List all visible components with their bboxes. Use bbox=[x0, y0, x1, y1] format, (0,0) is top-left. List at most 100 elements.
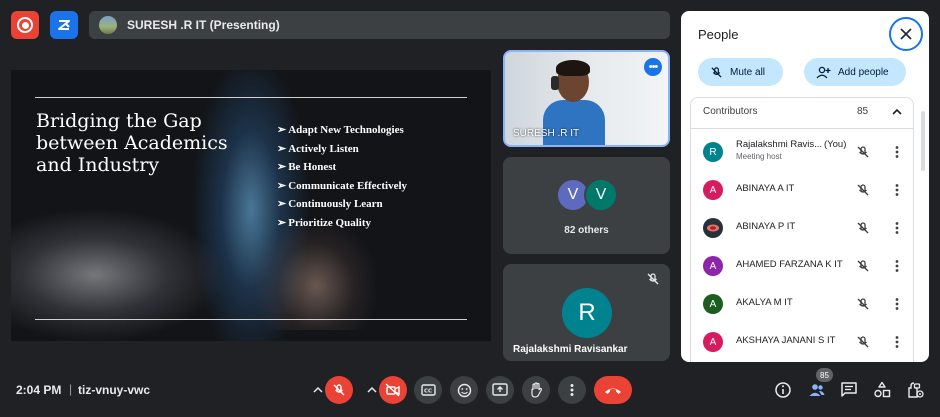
avatar: A bbox=[703, 332, 723, 352]
slide-bullet: ➢ Continuously Learn bbox=[277, 198, 383, 211]
people-icon[interactable] bbox=[808, 381, 826, 399]
add-people-label: Add people bbox=[838, 66, 889, 78]
mute-all-label: Mute all bbox=[730, 66, 766, 78]
camera-button[interactable] bbox=[379, 376, 407, 404]
svg-text:CC: CC bbox=[424, 389, 432, 395]
participant-row[interactable]: ABINAYA P IT bbox=[691, 209, 915, 247]
more-options-button[interactable] bbox=[558, 376, 586, 404]
arrow-bullet-icon: ➢ bbox=[277, 216, 287, 229]
more-vert-icon[interactable] bbox=[890, 297, 904, 311]
others-tile[interactable]: V V 82 others bbox=[503, 157, 670, 254]
meeting-info-icon[interactable] bbox=[774, 381, 792, 399]
mic-off-icon[interactable] bbox=[856, 297, 870, 311]
more-options-icon[interactable]: ••• bbox=[644, 58, 662, 76]
avatar: A bbox=[703, 180, 723, 200]
whiteboard-button[interactable] bbox=[50, 11, 78, 39]
chevron-up-icon[interactable] bbox=[891, 106, 903, 118]
participant-name: AKSHAYA JANANI S IT bbox=[736, 335, 836, 346]
avatar: R bbox=[703, 142, 723, 162]
slide-bullet: ➢ Actively Listen bbox=[277, 142, 359, 155]
others-count-label: 82 others bbox=[564, 225, 609, 236]
panel-title: People bbox=[698, 27, 739, 42]
chat-icon[interactable] bbox=[840, 381, 858, 399]
add-people-button[interactable]: Add people bbox=[804, 58, 906, 86]
captions-button[interactable]: CC bbox=[414, 376, 442, 404]
record-icon bbox=[17, 17, 33, 33]
clock: 2:04 PM bbox=[16, 383, 62, 397]
presenter-avatar bbox=[99, 16, 117, 34]
mute-all-button[interactable]: Mute all bbox=[698, 58, 783, 86]
human-hand-image bbox=[256, 220, 376, 330]
participant-row[interactable]: A AKSHAYA JANANI S IT bbox=[691, 323, 915, 361]
people-panel: People Mute all Add people Contributors … bbox=[681, 11, 929, 362]
participant-row[interactable]: A AHAMED FARZANA K IT bbox=[691, 247, 915, 285]
more-vert-icon[interactable] bbox=[890, 221, 904, 235]
mic-off-icon[interactable] bbox=[856, 221, 870, 235]
reactions-button[interactable] bbox=[450, 376, 478, 404]
host-controls-icon[interactable] bbox=[906, 381, 924, 399]
mic-off-icon[interactable] bbox=[856, 183, 870, 197]
you-tag: (You) bbox=[824, 139, 847, 150]
arrow-bullet-icon: ➢ bbox=[277, 124, 287, 136]
arrow-bullet-icon: ➢ bbox=[277, 179, 287, 192]
captions-icon: CC bbox=[420, 384, 436, 396]
avatar: R bbox=[562, 288, 612, 338]
panel-scrollbar[interactable] bbox=[921, 111, 925, 171]
slide-bullet: ➢ Adapt New Technologies bbox=[277, 124, 404, 136]
mic-off-icon[interactable] bbox=[856, 259, 870, 273]
slide-bullet-list: ➢ Adapt New Technologies ➢ Actively Listen… bbox=[277, 121, 407, 233]
participant-row[interactable]: R Rajalakshmi Ravis... (You) Meeting hos… bbox=[691, 133, 915, 171]
robot-hand-image bbox=[11, 210, 221, 340]
slide-divider-top bbox=[35, 97, 467, 98]
participant-row[interactable]: A ABINAYA A IT bbox=[691, 171, 915, 209]
arrow-bullet-icon: ➢ bbox=[277, 142, 287, 155]
slide-bullet: ➢ Prioritize Quality bbox=[277, 216, 371, 229]
more-vert-icon[interactable] bbox=[890, 183, 904, 197]
whiteboard-icon bbox=[58, 20, 70, 30]
more-vert-icon[interactable] bbox=[890, 259, 904, 273]
profile-photo-icon bbox=[707, 224, 719, 232]
presenter-label: SURESH .R IT (Presenting) bbox=[127, 18, 280, 32]
arrow-bullet-icon: ➢ bbox=[277, 161, 287, 174]
participant-row[interactable]: A AKALYA M IT bbox=[691, 285, 915, 323]
slide-bullet: ➢ Communicate Effectively bbox=[277, 179, 408, 192]
raise-hand-button[interactable] bbox=[522, 376, 550, 404]
mic-off-icon[interactable] bbox=[856, 145, 870, 159]
avatar: V bbox=[584, 178, 618, 212]
more-vert-icon bbox=[570, 384, 574, 396]
microphone-button[interactable] bbox=[325, 376, 353, 404]
more-vert-icon[interactable] bbox=[890, 145, 904, 159]
slide-bullet: ➢ Be Honest bbox=[277, 161, 337, 174]
mic-off-icon[interactable] bbox=[856, 335, 870, 349]
leave-call-button[interactable] bbox=[594, 376, 632, 404]
record-button[interactable] bbox=[11, 11, 39, 39]
camera-off-icon bbox=[385, 383, 400, 397]
self-tile[interactable]: R Rajalakshmi Ravisankar bbox=[503, 264, 670, 361]
arrow-bullet-icon: ➢ bbox=[277, 198, 287, 211]
avatar: A bbox=[703, 294, 723, 314]
shared-slide: Bridging the Gap between Academics and I… bbox=[11, 70, 491, 341]
close-panel-button[interactable] bbox=[889, 17, 923, 51]
present-screen-icon bbox=[492, 383, 508, 396]
separator: | bbox=[69, 382, 73, 396]
meeting-code[interactable]: tiz-vnuy-vwc bbox=[78, 383, 150, 397]
presenter-bar[interactable]: SURESH .R IT (Presenting) bbox=[89, 11, 670, 39]
mic-off-icon bbox=[711, 66, 722, 78]
activities-icon[interactable] bbox=[873, 381, 891, 399]
more-vert-icon[interactable] bbox=[890, 335, 904, 349]
mic-off-icon bbox=[333, 384, 345, 396]
avatar bbox=[703, 218, 723, 238]
close-icon bbox=[900, 28, 912, 40]
presenter-video-tile[interactable]: ••• SURESH .R IT bbox=[503, 50, 670, 147]
chevron-up-icon[interactable] bbox=[366, 384, 378, 396]
chevron-up-icon[interactable] bbox=[312, 384, 324, 396]
participant-name: ABINAYA A IT bbox=[736, 183, 795, 194]
others-avatars: V V bbox=[556, 178, 620, 212]
emoji-icon bbox=[457, 383, 471, 397]
self-tile-name: Rajalakshmi Ravisankar bbox=[513, 344, 628, 355]
participant-name: Rajalakshmi Ravis... bbox=[736, 139, 823, 150]
avatar: A bbox=[703, 256, 723, 276]
contributors-label: Contributors bbox=[703, 106, 758, 117]
participant-name: AHAMED FARZANA K IT bbox=[736, 259, 843, 270]
present-button[interactable] bbox=[486, 376, 514, 404]
